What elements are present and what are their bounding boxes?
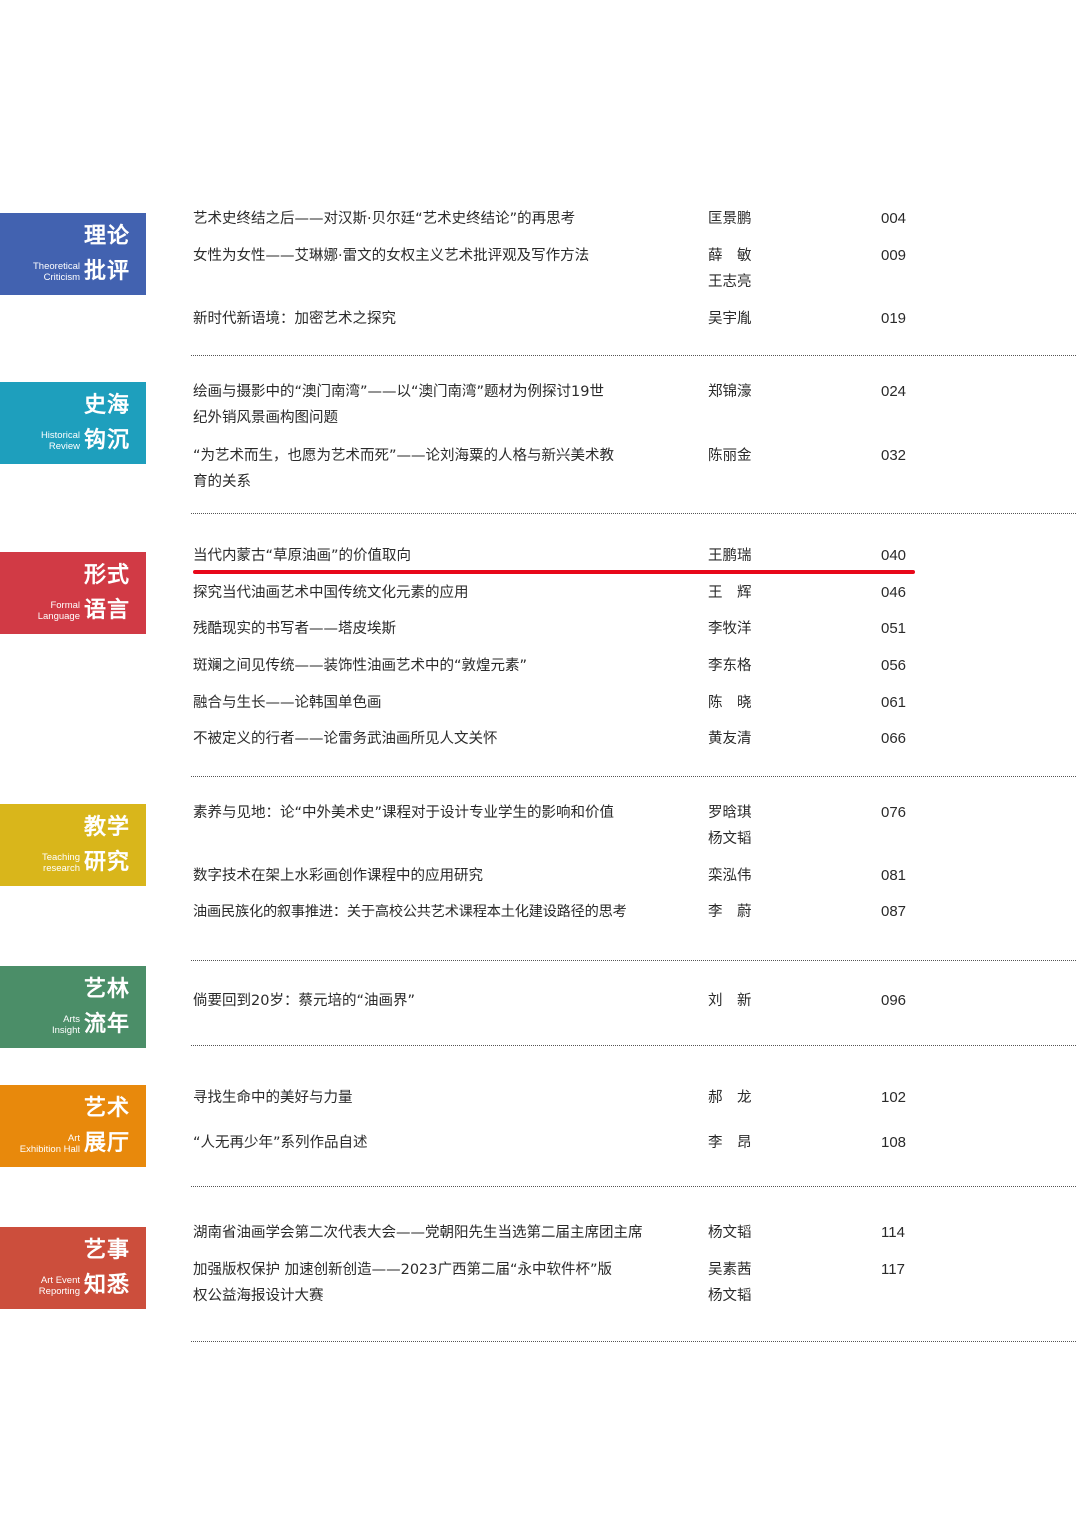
entry-title-continued: 权公益海报设计大赛: [193, 1288, 324, 1304]
entry-page: 076: [881, 804, 907, 821]
entry-author: 王鹏瑞: [708, 548, 752, 564]
toc-entry[interactable]: 融合与生长——论韩国单色画 陈 晓 061: [0, 690, 1080, 716]
entry-title: 探究当代油画艺术中国传统文化元素的应用: [193, 585, 469, 601]
toc-entry[interactable]: 油画民族化的叙事推进：关于高校公共艺术课程本土化建设路径的思考 李 蔚 087: [0, 899, 1080, 925]
entry-author: 李牧洋: [708, 621, 752, 637]
toc-entry[interactable]: 女性为女性——艾琳娜·雷文的女权主义艺术批评观及写作方法 薛 敏 009: [0, 243, 1080, 269]
entry-author: 栾泓伟: [708, 868, 752, 884]
entry-page: 114: [881, 1224, 905, 1241]
toc-entry[interactable]: 寻找生命中的美好与力量 郝 龙 102: [0, 1085, 1080, 1111]
entry-title: 当代内蒙古“草原油画”的价值取向: [193, 548, 412, 564]
section-divider: [191, 1045, 1076, 1046]
entry-title: 新时代新语境：加密艺术之探究: [193, 311, 396, 327]
toc-entry[interactable]: 湖南省油画学会第二次代表大会——党朝阳先生当选第二届主席团主席 杨文韬 114: [0, 1220, 1080, 1246]
section-divider: [191, 1186, 1076, 1187]
entry-title: 数字技术在架上水彩画创作课程中的应用研究: [193, 868, 483, 884]
toc-entry[interactable]: 当代内蒙古“草原油画”的价值取向 王鹏瑞 040: [0, 543, 1080, 569]
entry-page: 066: [881, 730, 907, 747]
entry-page: 040: [881, 547, 907, 564]
toc-entry[interactable]: 倘要回到20岁：蔡元培的“油画界” 刘 新 096: [0, 988, 1080, 1014]
toc-entry[interactable]: 不被定义的行者——论雷务武油画所见人文关怀 黄友清 066: [0, 726, 1080, 752]
entry-author: 李 蔚: [708, 904, 752, 920]
entry-title-continued: 育的关系: [193, 474, 251, 490]
entry-author: 郑锦濠: [708, 384, 752, 400]
entry-title: 融合与生长——论韩国单色画: [193, 695, 382, 711]
entry-page: 009: [881, 247, 907, 264]
entry-page: 024: [881, 383, 907, 400]
entry-title: 残酷现实的书写者——塔皮埃斯: [193, 621, 396, 637]
entry-page: 019: [881, 310, 907, 327]
toc-entry[interactable]: 数字技术在架上水彩画创作课程中的应用研究 栾泓伟 081: [0, 863, 1080, 889]
entry-title: 素养与见地：论“中外美术史”课程对于设计专业学生的影响和价值: [193, 805, 615, 821]
toc-entry[interactable]: 艺术史终结之后——对汉斯·贝尔廷“艺术史终结论”的再思考 匡景鹏 004: [0, 206, 1080, 232]
entry-author: 李 昂: [708, 1135, 752, 1151]
entry-page: 117: [881, 1261, 905, 1278]
toc-entry[interactable]: 探究当代油画艺术中国传统文化元素的应用 王 辉 046: [0, 580, 1080, 606]
entry-author: 陈丽金: [708, 448, 752, 464]
entry-title: 艺术史终结之后——对汉斯·贝尔廷“艺术史终结论”的再思考: [193, 211, 576, 227]
section-divider: [191, 960, 1076, 961]
entry-page: 108: [881, 1134, 907, 1151]
section-divider: [191, 776, 1076, 777]
entry-author: 罗晗琪: [708, 805, 752, 821]
entry-author: 黄友清: [708, 731, 752, 747]
entry-page: 046: [881, 584, 907, 601]
toc-entry[interactable]: 斑斓之间见传统——装饰性油画艺术中的“敦煌元素” 李东格 056: [0, 653, 1080, 679]
toc-entry[interactable]: 素养与见地：论“中外美术史”课程对于设计专业学生的影响和价值 罗晗琪 076: [0, 800, 1080, 826]
entry-author: 王 辉: [708, 585, 752, 601]
entry-title: 加强版权保护 加速创新创造——2023广西第二届“永中软件杯”版: [193, 1262, 613, 1278]
entry-author: 杨文韬: [708, 1225, 752, 1241]
entry-author-second: 杨文韬: [708, 831, 752, 847]
toc-entry[interactable]: “为艺术而生，也愿为艺术而死”——论刘海粟的人格与新兴美术教 陈丽金 032: [0, 443, 1080, 469]
toc-entry[interactable]: 新时代新语境：加密艺术之探究 吴宇胤 019: [0, 306, 1080, 332]
toc-entry[interactable]: 绘画与摄影中的“澳门南湾”——以“澳门南湾”题材为例探讨19世 郑锦濠 024: [0, 379, 1080, 405]
entry-title: 倘要回到20岁：蔡元培的“油画界”: [193, 993, 415, 1009]
entry-author: 匡景鹏: [708, 211, 752, 227]
entry-title: 斑斓之间见传统——装饰性油画艺术中的“敦煌元素”: [193, 658, 528, 674]
entry-page: 096: [881, 992, 907, 1009]
toc-entry[interactable]: 加强版权保护 加速创新创造——2023广西第二届“永中软件杯”版 吴素茜 117: [0, 1257, 1080, 1283]
entry-page: 056: [881, 657, 907, 674]
section-divider: [191, 1341, 1076, 1342]
entry-page: 032: [881, 447, 907, 464]
toc-entry[interactable]: “人无再少年”系列作品自述 李 昂 108: [0, 1130, 1080, 1156]
entry-title: 湖南省油画学会第二次代表大会——党朝阳先生当选第二届主席团主席: [193, 1225, 643, 1241]
entry-page: 061: [881, 694, 907, 711]
entry-page: 051: [881, 620, 907, 637]
entry-title: 女性为女性——艾琳娜·雷文的女权主义艺术批评观及写作方法: [193, 248, 590, 264]
tab-title-line2: 流年: [83, 1011, 130, 1037]
entry-author: 郝 龙: [708, 1090, 752, 1106]
section-divider: [191, 513, 1076, 514]
entry-author-second: 王志亮: [708, 274, 752, 290]
entry-page: 087: [881, 903, 907, 920]
entry-author: 薛 敏: [708, 248, 752, 264]
entry-title-continued: 纪外销风景画构图问题: [193, 410, 338, 426]
entry-author: 刘 新: [708, 993, 752, 1009]
entry-page: 081: [881, 867, 907, 884]
section-divider: [191, 355, 1076, 356]
entry-author-second: 杨文韬: [708, 1288, 752, 1304]
entry-title: 油画民族化的叙事推进：关于高校公共艺术课程本土化建设路径的思考: [193, 904, 627, 920]
entry-title: 不被定义的行者——论雷务武油画所见人文关怀: [193, 731, 498, 747]
entry-author: 吴素茜: [708, 1262, 752, 1278]
entry-title: “人无再少年”系列作品自述: [193, 1135, 368, 1151]
toc-entry[interactable]: 残酷现实的书写者——塔皮埃斯 李牧洋 051: [0, 616, 1080, 642]
entry-title: 寻找生命中的美好与力量: [193, 1090, 353, 1106]
entry-author: 吴宇胤: [708, 311, 752, 327]
tab-english-label: Arts Insight: [52, 1014, 80, 1036]
entry-author: 陈 晓: [708, 695, 752, 711]
highlight-underline: [193, 570, 915, 574]
entry-title: 绘画与摄影中的“澳门南湾”——以“澳门南湾”题材为例探讨19世: [193, 384, 604, 400]
entry-page: 004: [881, 210, 907, 227]
entry-page: 102: [881, 1089, 907, 1106]
entry-author: 李东格: [708, 658, 752, 674]
entry-title: “为艺术而生，也愿为艺术而死”——论刘海粟的人格与新兴美术教: [193, 448, 615, 464]
